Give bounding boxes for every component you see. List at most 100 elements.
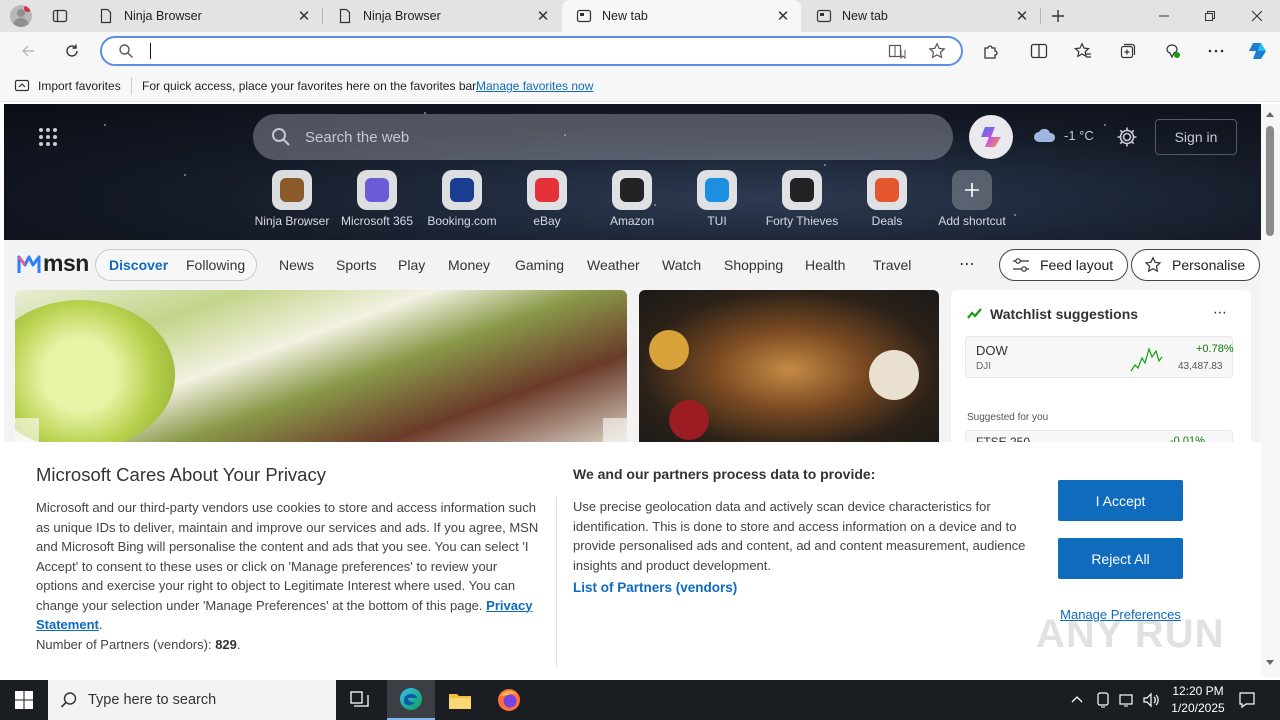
system-clock[interactable]: 12:20 PM 1/20/2025 bbox=[1168, 683, 1228, 717]
following-tab[interactable]: Following bbox=[186, 257, 245, 273]
firefox-icon[interactable] bbox=[485, 680, 533, 720]
start-button[interactable] bbox=[0, 680, 48, 720]
list-of-partners-link[interactable]: List of Partners (vendors) bbox=[573, 580, 737, 595]
accept-button[interactable]: I Accept bbox=[1058, 480, 1183, 521]
apps-grid-icon[interactable] bbox=[38, 127, 58, 147]
nav-watch[interactable]: Watch bbox=[662, 257, 701, 273]
data-processing-title: We and our partners process data to prov… bbox=[573, 466, 876, 482]
shortcut-forty-thieves[interactable]: Forty Thieves bbox=[762, 170, 842, 228]
booking-icon bbox=[442, 170, 482, 210]
tab-strip: Ninja Browser ✕ Ninja Browser ✕ New tab … bbox=[0, 0, 1280, 32]
scroll-thumb[interactable] bbox=[1266, 126, 1274, 236]
refresh-button[interactable] bbox=[56, 35, 88, 67]
shortcut-ebay[interactable]: eBay bbox=[507, 170, 587, 228]
close-tab-icon[interactable]: ✕ bbox=[296, 8, 312, 25]
tab-ninja-browser-1[interactable]: Ninja Browser ✕ bbox=[84, 0, 322, 32]
notifications-icon[interactable] bbox=[1238, 691, 1256, 709]
volume-icon[interactable] bbox=[1142, 691, 1160, 709]
nav-health[interactable]: Health bbox=[805, 257, 845, 273]
nav-news[interactable]: News bbox=[279, 257, 314, 273]
task-view-icon[interactable] bbox=[340, 680, 380, 720]
cloud-icon bbox=[1034, 128, 1056, 142]
new-tab-button[interactable] bbox=[1042, 0, 1074, 32]
search-icon bbox=[60, 692, 77, 708]
web-search-box[interactable]: Search the web bbox=[253, 114, 953, 160]
favorites-bar: Import favorites For quick access, place… bbox=[0, 70, 1280, 102]
browser-essentials-icon[interactable] bbox=[1156, 35, 1188, 67]
copilot-button[interactable] bbox=[969, 115, 1013, 159]
partners-label: Number of Partners (vendors): bbox=[36, 636, 212, 652]
shortcut-label: Deals bbox=[871, 214, 903, 228]
close-tab-icon[interactable]: ✕ bbox=[775, 8, 791, 25]
shortcut-ninja-browser[interactable]: Ninja Browser bbox=[252, 170, 332, 228]
favorites-icon[interactable] bbox=[1067, 35, 1099, 67]
shortcut-tui[interactable]: TUI bbox=[677, 170, 757, 228]
collections-icon[interactable] bbox=[1112, 35, 1144, 67]
tab-title: New tab bbox=[602, 9, 648, 23]
page-icon bbox=[339, 8, 351, 24]
nav-shopping[interactable]: Shopping bbox=[724, 257, 783, 273]
profile-avatar[interactable] bbox=[10, 5, 32, 27]
import-favorites-icon[interactable] bbox=[14, 78, 30, 94]
network-icon[interactable] bbox=[1118, 691, 1136, 709]
close-tab-icon[interactable]: ✕ bbox=[535, 8, 551, 25]
msn-logo[interactable]: msn bbox=[16, 250, 89, 277]
tab-ninja-browser-2[interactable]: Ninja Browser ✕ bbox=[323, 0, 561, 32]
settings-gear-icon[interactable] bbox=[1116, 126, 1138, 148]
reject-all-button[interactable]: Reject All bbox=[1058, 538, 1183, 579]
shortcut-label: Ninja Browser bbox=[254, 214, 330, 228]
nav-sports[interactable]: Sports bbox=[336, 257, 376, 273]
shortcut-microsoft-365[interactable]: Microsoft 365 bbox=[337, 170, 417, 228]
restore-button[interactable] bbox=[1187, 0, 1233, 32]
manage-favorites-link[interactable]: Manage favorites now bbox=[476, 79, 593, 93]
tab-new-tab[interactable]: New tab ✕ bbox=[802, 0, 1040, 32]
tray-overflow-icon[interactable] bbox=[1070, 692, 1084, 706]
tray-device-icon[interactable] bbox=[1095, 691, 1111, 709]
nav-weather[interactable]: Weather bbox=[587, 257, 640, 273]
edge-taskbar-icon[interactable] bbox=[387, 680, 435, 720]
immersive-reader-icon[interactable] bbox=[888, 42, 906, 60]
split-screen-icon[interactable] bbox=[1023, 35, 1055, 67]
close-window-button[interactable] bbox=[1234, 0, 1280, 32]
stock-symbol: DOW bbox=[976, 343, 1008, 358]
close-tab-icon[interactable]: ✕ bbox=[1014, 8, 1030, 25]
extensions-icon[interactable] bbox=[975, 35, 1007, 67]
more-menu-icon[interactable] bbox=[1200, 35, 1232, 67]
favorite-star-icon[interactable] bbox=[928, 42, 946, 60]
watchlist-more-icon[interactable]: ⋯ bbox=[1213, 304, 1227, 321]
watchlist-item-dow[interactable]: DOW DJI +0.78% 43,487.83 bbox=[965, 336, 1234, 378]
more-categories-icon[interactable]: ⋯ bbox=[959, 254, 975, 274]
tab-new-tab-active[interactable]: New tab ✕ bbox=[562, 0, 801, 32]
page-scrollbar[interactable] bbox=[1261, 104, 1280, 677]
personalise-button[interactable]: Personalise bbox=[1131, 249, 1261, 281]
shortcut-deals[interactable]: Deals bbox=[847, 170, 927, 228]
shortcut-amazon[interactable]: Amazon bbox=[592, 170, 672, 228]
shortcut-add-shortcut[interactable]: Add shortcut bbox=[932, 170, 1012, 228]
shortcut-booking-com[interactable]: Booking.com bbox=[422, 170, 502, 228]
address-input[interactable] bbox=[148, 41, 868, 61]
copilot-icon[interactable] bbox=[1242, 35, 1274, 67]
feed-layout-button[interactable]: Feed layout bbox=[999, 249, 1129, 281]
scroll-up-icon[interactable] bbox=[1265, 110, 1275, 118]
minimize-button[interactable] bbox=[1141, 0, 1187, 32]
back-button[interactable] bbox=[12, 35, 44, 67]
sign-in-button[interactable]: Sign in bbox=[1155, 119, 1237, 155]
nav-travel[interactable]: Travel bbox=[873, 257, 911, 273]
taskbar-search-box[interactable]: Type here to search bbox=[48, 680, 336, 720]
scroll-down-icon[interactable] bbox=[1265, 659, 1275, 667]
feed-card-food-2[interactable] bbox=[639, 290, 939, 450]
nav-play[interactable]: Play bbox=[398, 257, 425, 273]
file-explorer-icon[interactable] bbox=[436, 680, 484, 720]
privacy-title: Microsoft Cares About Your Privacy bbox=[36, 464, 326, 485]
msn-nav-bar: msn Discover Following News Sports Play Mon… bbox=[4, 240, 1261, 290]
weather-widget[interactable]: -1 °C bbox=[1032, 126, 1094, 144]
nav-gaming[interactable]: Gaming bbox=[515, 257, 564, 273]
suggested-label: Suggested for you bbox=[967, 412, 1049, 423]
import-favorites-link[interactable]: Import favorites bbox=[38, 79, 121, 93]
discover-tab[interactable]: Discover bbox=[109, 257, 168, 273]
ebay-icon bbox=[527, 170, 567, 210]
nav-money[interactable]: Money bbox=[448, 257, 490, 273]
feed-card-food-1[interactable] bbox=[15, 290, 627, 450]
tab-actions-icon[interactable] bbox=[44, 0, 76, 32]
address-bar[interactable] bbox=[100, 36, 963, 66]
